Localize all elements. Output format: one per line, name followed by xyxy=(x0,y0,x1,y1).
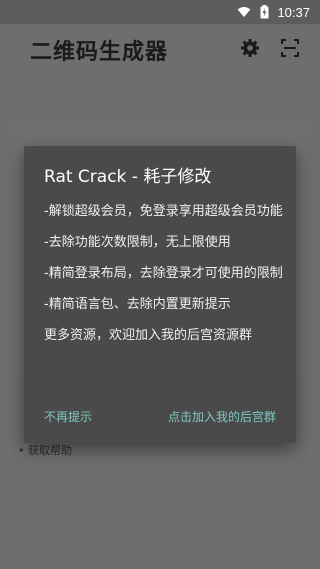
dont-show-again-button[interactable]: 不再提示 xyxy=(44,408,92,425)
dialog-line: -精简语言包、去除内置更新提示 xyxy=(44,297,231,312)
status-bar: 10:37 xyxy=(0,0,320,24)
help-link[interactable]: • 获取帮助 xyxy=(18,442,72,458)
dialog-line: 更多资源，欢迎加入我的后宫资源群 xyxy=(44,328,253,343)
wifi-icon xyxy=(237,5,251,19)
dialog-title: Rat Crack - 耗子修改 xyxy=(44,167,212,187)
app-bar: 二维码生成器 xyxy=(0,24,320,72)
dialog-line: -精简登录布局，去除登录才可使用的限制 xyxy=(44,266,283,281)
dialog-line: -解锁超级会员，免登录享用超级会员功能 xyxy=(44,204,283,219)
status-time: 10:37 xyxy=(277,4,310,20)
dialog-actions: 不再提示 点击加入我的后宫群 xyxy=(24,406,296,430)
dialog-message: -解锁超级会员，免登录享用超级会员功能 -去除功能次数限制，无上限使用 -精简登… xyxy=(44,202,284,357)
battery-icon xyxy=(257,5,271,19)
dialog-line: -去除功能次数限制，无上限使用 xyxy=(44,235,231,250)
scan-icon[interactable] xyxy=(278,36,302,60)
crack-info-dialog: Rat Crack - 耗子修改 -解锁超级会员，免登录享用超级会员功能 -去除… xyxy=(24,146,296,443)
join-group-button[interactable]: 点击加入我的后宫群 xyxy=(168,408,276,425)
gear-icon[interactable] xyxy=(238,36,262,60)
app-title: 二维码生成器 xyxy=(30,40,169,65)
